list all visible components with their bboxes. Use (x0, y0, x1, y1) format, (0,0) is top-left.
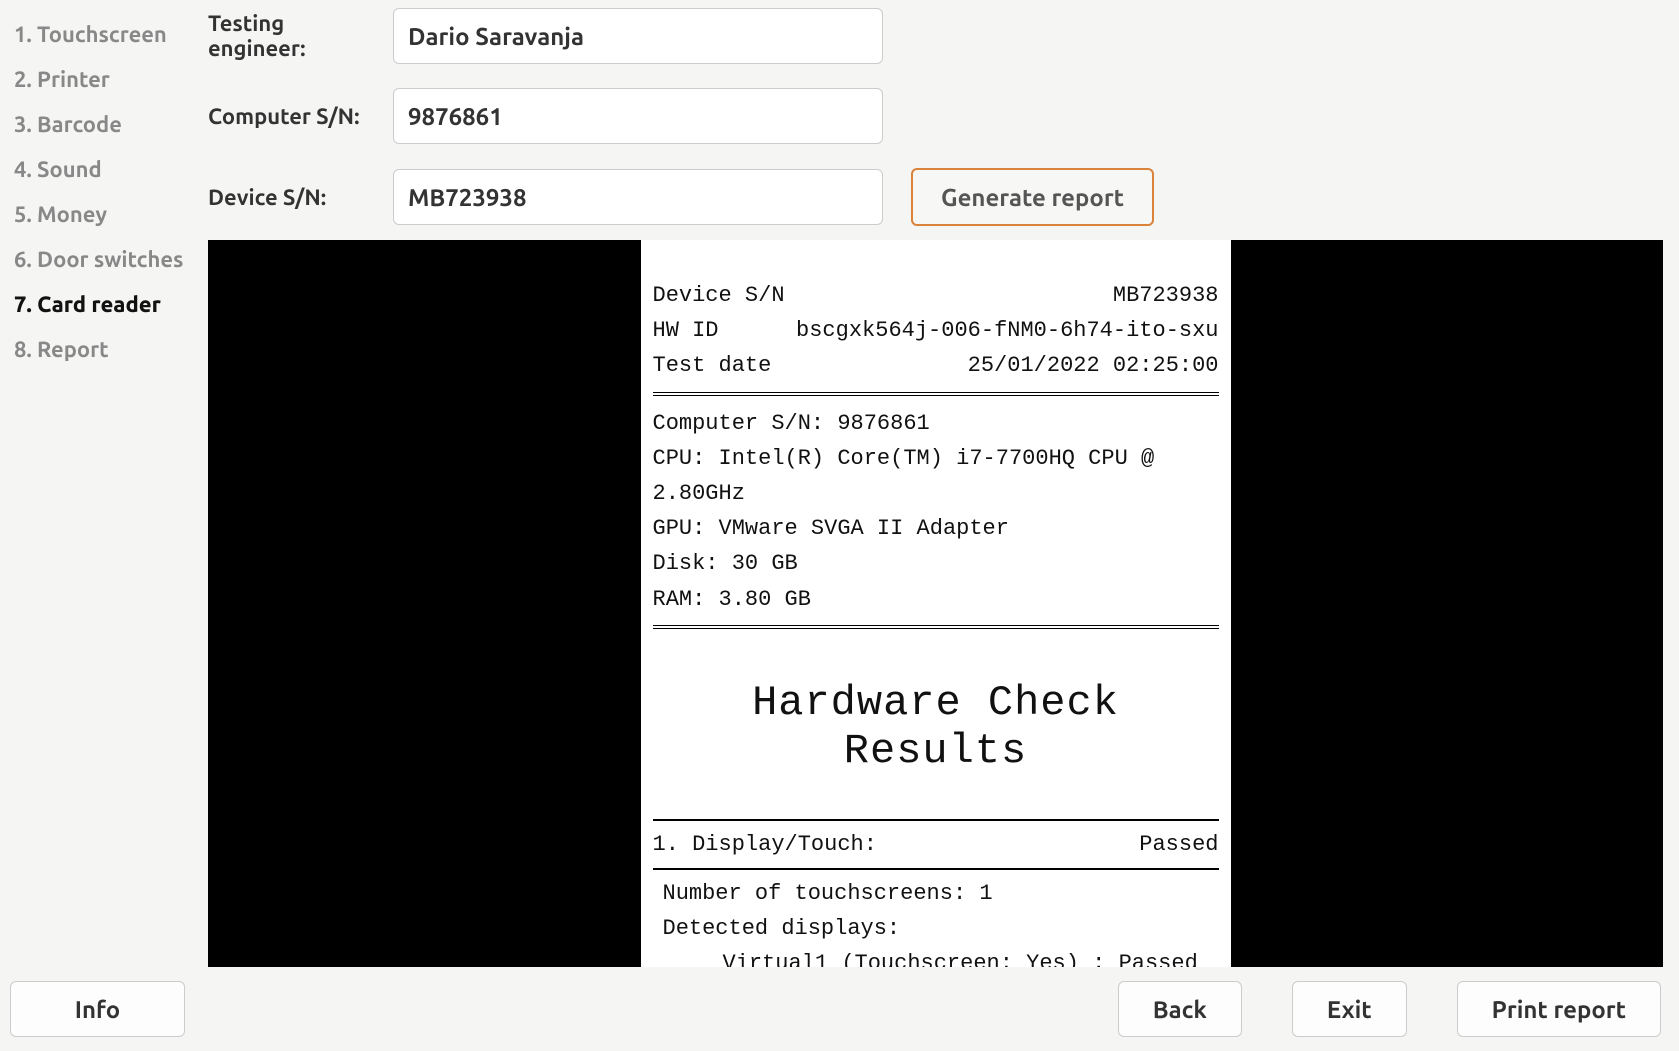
exit-button[interactable]: Exit (1292, 981, 1407, 1037)
engineer-input[interactable] (393, 8, 883, 64)
sidebar-item-barcode[interactable]: 3. Barcode (10, 102, 190, 147)
content-area: Testing engineer: Computer S/N: Device S… (200, 0, 1679, 967)
report-title: Hardware Check Results (653, 679, 1219, 775)
device-sn-label: Device S/N: (208, 185, 383, 210)
report-testdate-label: Test date (653, 348, 772, 383)
engineer-label: Testing engineer: (208, 11, 383, 61)
computer-sn-input[interactable] (393, 88, 883, 144)
sidebar-item-report[interactable]: 8. Report (10, 327, 190, 372)
divider (653, 625, 1219, 631)
report-device-sn-label: Device S/N (653, 278, 785, 313)
report-hwid-value: bscgxk564j-006-fNM0-6h74-ito-sxu (796, 313, 1218, 348)
detail-detected-displays: Detected displays: (653, 911, 1219, 946)
sidebar-item-door-switches[interactable]: 6. Door switches (10, 237, 190, 282)
detail-virtual1: Virtual1 (Touchscreen: Yes) : Passed (653, 946, 1219, 967)
generate-report-button[interactable]: Generate report (911, 168, 1154, 226)
sidebar-item-card-reader[interactable]: 7. Card reader (10, 282, 190, 327)
spec-computer-sn: Computer S/N: 9876861 (653, 406, 1219, 441)
sidebar: 1. Touchscreen 2. Printer 3. Barcode 4. … (0, 0, 200, 967)
report-testdate-value: 25/01/2022 02:25:00 (968, 348, 1219, 383)
footer-bar: Info Back Exit Print report (0, 967, 1679, 1051)
report-device-sn-value: MB723938 (1113, 278, 1219, 313)
print-report-button[interactable]: Print report (1457, 981, 1661, 1037)
report-paper: Device S/N MB723938 HW ID bscgxk564j-006… (641, 240, 1231, 967)
section-display-status: Passed (1139, 827, 1218, 862)
spec-disk: Disk: 30 GB (653, 546, 1219, 581)
sidebar-item-touchscreen[interactable]: 1. Touchscreen (10, 12, 190, 57)
report-hwid-label: HW ID (653, 313, 719, 348)
sidebar-item-sound[interactable]: 4. Sound (10, 147, 190, 192)
info-button[interactable]: Info (10, 981, 185, 1037)
report-viewer: Device S/N MB723938 HW ID bscgxk564j-006… (208, 240, 1663, 967)
spec-gpu: GPU: VMware SVGA II Adapter (653, 511, 1219, 546)
device-sn-input[interactable] (393, 169, 883, 225)
detail-num-touchscreens: Number of touchscreens: 1 (653, 876, 1219, 911)
spec-ram: RAM: 3.80 GB (653, 582, 1219, 617)
back-button[interactable]: Back (1118, 981, 1242, 1037)
divider (653, 819, 1219, 821)
sidebar-item-money[interactable]: 5. Money (10, 192, 190, 237)
section-display-label: 1. Display/Touch: (653, 827, 877, 862)
divider (653, 392, 1219, 398)
divider (653, 868, 1219, 870)
computer-sn-label: Computer S/N: (208, 104, 383, 129)
sidebar-item-printer[interactable]: 2. Printer (10, 57, 190, 102)
spec-cpu: CPU: Intel(R) Core(TM) i7-7700HQ CPU @ 2… (653, 441, 1219, 511)
